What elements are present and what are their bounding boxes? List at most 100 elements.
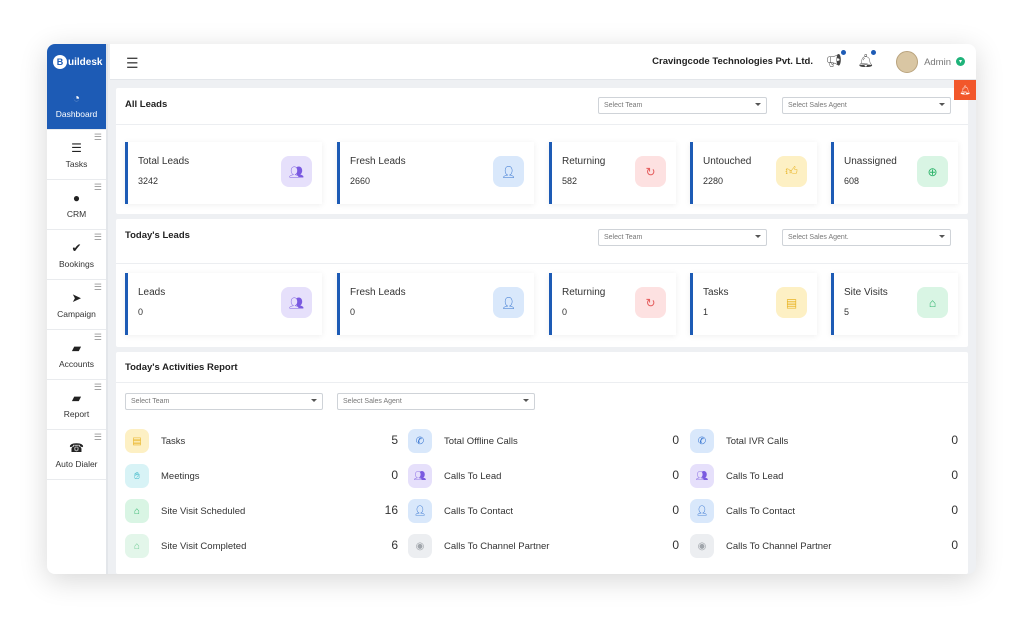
menu-icon[interactable]: ☰ bbox=[126, 55, 139, 72]
megaphone-icon[interactable]: 📢︎ bbox=[825, 53, 842, 69]
activity-row[interactable]: 👥︎ Calls To Lead 0 bbox=[690, 464, 962, 490]
stat-tile[interactable]: Site Visits 5 ⌂ bbox=[831, 273, 958, 335]
caret-down-icon bbox=[755, 103, 761, 106]
activity-row[interactable]: 👤︎ Calls To Contact 0 bbox=[690, 499, 962, 525]
activity-row[interactable]: ⌂ Site Visit Scheduled 16 bbox=[125, 499, 402, 525]
sidebar-item-label: Tasks bbox=[65, 158, 88, 169]
stat-label: Untouched bbox=[703, 156, 752, 167]
refresh-icon: ↻ bbox=[635, 156, 666, 187]
stat-tile[interactable]: Unassigned 608 ⊕ bbox=[831, 142, 958, 204]
activity-row[interactable]: 👤︎ Calls To Contact 0 bbox=[408, 499, 683, 525]
sidebar-item-label: Dashboard bbox=[55, 108, 98, 119]
submenu-icon[interactable]: ☰ bbox=[94, 132, 102, 143]
folder-open-icon: ▰ bbox=[71, 390, 82, 405]
stat-label: Returning bbox=[562, 287, 606, 298]
select-agent-dropdown[interactable]: Select Sales Agent. bbox=[782, 229, 951, 246]
stat-value: 1 bbox=[703, 307, 709, 317]
user-icon: ● bbox=[72, 190, 81, 205]
sidebar-item-label: Bookings bbox=[59, 258, 94, 269]
activity-value: 0 bbox=[951, 538, 958, 552]
user-add-icon: ⊕ bbox=[917, 156, 948, 187]
activity-value: 0 bbox=[672, 538, 679, 552]
stat-tile[interactable]: Untouched 2280 👍︎ bbox=[690, 142, 817, 204]
user-icon: 👤︎ bbox=[493, 156, 524, 187]
submenu-icon[interactable]: ☰ bbox=[94, 382, 102, 393]
home-icon: ⌂ bbox=[917, 287, 948, 318]
select-team-placeholder: Select Team bbox=[604, 102, 643, 109]
activity-label: Site Visit Scheduled bbox=[161, 506, 246, 517]
alert-bell-icon[interactable]: 🔔︎ bbox=[954, 80, 976, 100]
sidebar: B uildesk ◔ Dashboard ☰ Tasks ☰ ● CRM ☰ ✔ Booking… bbox=[47, 44, 108, 574]
app-window: B uildesk ◔ Dashboard ☰ Tasks ☰ ● CRM ☰ ✔ Booking… bbox=[47, 44, 976, 574]
sidebar-item-tasks[interactable]: ☰ Tasks ☰ bbox=[47, 130, 106, 180]
activity-value: 0 bbox=[951, 503, 958, 517]
sidebar-item-dashboard[interactable]: ◔ Dashboard bbox=[47, 80, 106, 130]
user-name[interactable]: Admin bbox=[924, 57, 951, 68]
activity-row[interactable]: ◉ Calls To Channel Partner 0 bbox=[408, 534, 683, 560]
stat-tile[interactable]: Total Leads 3242 👥︎ bbox=[125, 142, 322, 204]
submenu-icon[interactable]: ☰ bbox=[94, 232, 102, 243]
stat-value: 0 bbox=[562, 307, 568, 317]
stat-label: Leads bbox=[138, 287, 166, 298]
stat-tile[interactable]: Fresh Leads 2660 👤︎ bbox=[337, 142, 534, 204]
activity-label: Tasks bbox=[161, 436, 186, 447]
select-agent-dropdown[interactable]: Select Sales Agent bbox=[337, 393, 535, 410]
select-team-dropdown[interactable]: Select Team bbox=[125, 393, 323, 410]
stat-value: 5 bbox=[844, 307, 850, 317]
sidebar-item-crm[interactable]: ● CRM ☰ bbox=[47, 180, 106, 230]
partner-icon: ◉ bbox=[690, 534, 714, 558]
brand-badge: B bbox=[53, 55, 67, 69]
stat-value: 2280 bbox=[703, 176, 724, 186]
team-icon: 👥︎ bbox=[690, 464, 714, 488]
sidebar-item-report[interactable]: ▰ Report ☰ bbox=[47, 380, 106, 430]
submenu-icon[interactable]: ☰ bbox=[94, 332, 102, 343]
stat-label: Tasks bbox=[703, 287, 729, 298]
stat-tile[interactable]: Returning 0 ↻ bbox=[549, 273, 676, 335]
partner-icon: ◉ bbox=[408, 534, 432, 558]
dashboard-icon: ◔ bbox=[72, 90, 81, 105]
submenu-icon[interactable]: ☰ bbox=[94, 182, 102, 193]
stat-label: Fresh Leads bbox=[350, 156, 406, 167]
caret-down-icon bbox=[939, 235, 945, 238]
select-agent-dropdown[interactable]: Select Sales Agent bbox=[782, 97, 951, 114]
sidebar-item-bookings[interactable]: ✔ Bookings ☰ bbox=[47, 230, 106, 280]
activity-row[interactable]: ◉ Calls To Channel Partner 0 bbox=[690, 534, 962, 560]
select-team-dropdown[interactable]: Select Team bbox=[598, 229, 767, 246]
bell-icon[interactable]: 🔔︎ bbox=[857, 53, 874, 69]
select-team-dropdown[interactable]: Select Team bbox=[598, 97, 767, 114]
submenu-icon[interactable]: ☰ bbox=[94, 282, 102, 293]
activity-row[interactable]: 👥︎ Calls To Lead 0 bbox=[408, 464, 683, 490]
caret-down-icon bbox=[939, 103, 945, 106]
avatar[interactable] bbox=[896, 51, 918, 73]
activity-row[interactable]: ✆ Total Offline Calls 0 bbox=[408, 429, 683, 455]
select-agent-placeholder: Select Sales Agent bbox=[788, 102, 847, 109]
activity-label: Calls To Lead bbox=[726, 471, 784, 482]
sidebar-item-accounts[interactable]: ▰ Accounts ☰ bbox=[47, 330, 106, 380]
top-bar: ☰ Cravingcode Technologies Pvt. Ltd. 📢︎ … bbox=[110, 44, 976, 80]
tasks-icon: ☰ bbox=[71, 140, 82, 155]
activity-label: Site Visit Completed bbox=[161, 541, 247, 552]
activity-value: 0 bbox=[672, 433, 679, 447]
brand-logo[interactable]: B uildesk bbox=[47, 44, 106, 80]
user-icon: 👤︎ bbox=[493, 287, 524, 318]
stat-tile[interactable]: Returning 582 ↻ bbox=[549, 142, 676, 204]
submenu-icon[interactable]: ☰ bbox=[94, 432, 102, 443]
user-icon: 👤︎ bbox=[690, 499, 714, 523]
activity-value: 16 bbox=[384, 503, 398, 517]
activity-row[interactable]: ⌂ Site Visit Completed 6 bbox=[125, 534, 402, 560]
stat-tile[interactable]: Fresh Leads 0 👤︎ bbox=[337, 273, 534, 335]
activity-row[interactable]: ▤ Tasks 5 bbox=[125, 429, 402, 455]
stat-value: 3242 bbox=[138, 176, 159, 186]
stat-value: 0 bbox=[350, 307, 356, 317]
select-agent-placeholder: Select Sales Agent bbox=[343, 398, 402, 405]
activities-title: Today's Activities Report bbox=[125, 362, 238, 373]
stat-tile[interactable]: Tasks 1 ▤ bbox=[690, 273, 817, 335]
stat-tile[interactable]: Leads 0 👥︎ bbox=[125, 273, 322, 335]
chevron-down-icon[interactable]: ▾ bbox=[956, 57, 965, 66]
company-name: Cravingcode Technologies Pvt. Ltd. bbox=[652, 56, 813, 67]
activity-row[interactable]: ✆ Total IVR Calls 0 bbox=[690, 429, 962, 455]
activity-row[interactable]: ✋︎ Meetings 0 bbox=[125, 464, 402, 490]
notification-dot bbox=[841, 50, 846, 55]
sidebar-item-auto-dialer[interactable]: ☎ Auto Dialer ☰ bbox=[47, 430, 106, 480]
sidebar-item-campaign[interactable]: ➤ Campaign ☰ bbox=[47, 280, 106, 330]
